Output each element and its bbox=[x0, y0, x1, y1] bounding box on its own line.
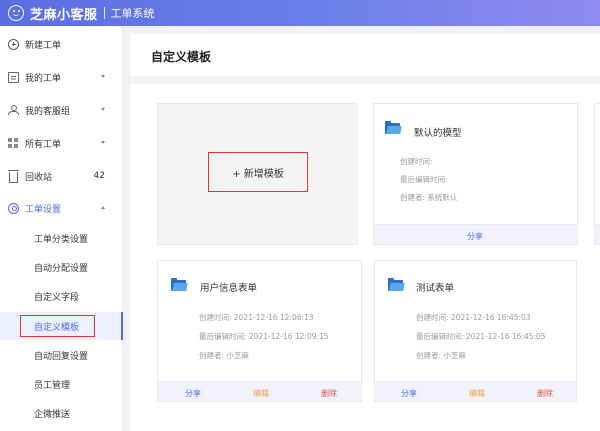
page-header: 自定义模板 bbox=[131, 34, 600, 76]
add-template-card: + 新增模板 bbox=[157, 103, 358, 245]
folder-icon bbox=[171, 278, 188, 291]
template-card-partial bbox=[594, 103, 600, 245]
sidebar-sub-staff-management[interactable]: 员工管理 bbox=[0, 370, 123, 398]
template-grid: + 新增模板 默认的模型 创建时间: 最后编辑时间: 创建者: 系统默认 分享 … bbox=[131, 84, 600, 431]
sidebar-sub-label: 自动分配设置 bbox=[34, 263, 89, 274]
modified-time: 最后编辑时间: 2021-12-16 16:45:05 bbox=[416, 332, 546, 341]
created-time: 创建时间: bbox=[400, 157, 433, 166]
sidebar-item-label: 工单设置 bbox=[25, 204, 62, 215]
page-title: 自定义模板 bbox=[151, 50, 212, 64]
folder-icon bbox=[388, 278, 405, 291]
sidebar-sub-wecom-push[interactable]: 企微推送 bbox=[0, 399, 123, 427]
sidebar-item-new-ticket[interactable]: 新建工单 bbox=[0, 30, 123, 58]
edit-button[interactable]: 编辑 bbox=[253, 388, 269, 399]
trash-icon bbox=[8, 169, 19, 183]
add-template-button[interactable]: + 新增模板 bbox=[208, 152, 308, 192]
modified-time: 最后编辑时间: bbox=[400, 175, 448, 184]
card-actions: 分享 编辑 删除 bbox=[158, 381, 361, 401]
grid-icon bbox=[8, 137, 19, 149]
sidebar-item-label: 所有工单 bbox=[25, 139, 62, 150]
template-card-test-form: 测试表单 创建时间: 2021-12-16 16:45:03 最后编辑时间: 2… bbox=[374, 260, 577, 402]
template-card-user-info: 用户信息表单 创建时间: 2021-12-16 12:06:13 最后编辑时间:… bbox=[157, 260, 362, 402]
creator: 创建者: 小芝麻 bbox=[416, 351, 466, 360]
sidebar-item-my-groups[interactable]: 我的客服组 bbox=[0, 96, 123, 124]
sidebar-sub-auto-reply[interactable]: 自动回复设置 bbox=[0, 341, 123, 369]
chevron-down-icon bbox=[101, 141, 105, 144]
created-time: 创建时间: 2021-12-16 12:06:13 bbox=[199, 313, 314, 322]
top-bar: 芝麻小客服 工单系统 bbox=[0, 0, 600, 26]
recycle-count-badge: 42 bbox=[93, 171, 105, 181]
chevron-up-icon bbox=[101, 206, 105, 209]
plus-circle-icon bbox=[8, 38, 19, 50]
template-card-default: 默认的模型 创建时间: 最后编辑时间: 创建者: 系统默认 分享 bbox=[373, 103, 578, 245]
template-title: 默认的模型 bbox=[414, 128, 462, 139]
delete-button[interactable]: 删除 bbox=[537, 388, 553, 399]
sidebar-item-label: 我的工单 bbox=[25, 73, 62, 84]
sidebar-item-label: 回收站 bbox=[25, 172, 53, 183]
chevron-down-icon bbox=[101, 75, 105, 78]
sidebar-sub-custom-fields[interactable]: 自定义字段 bbox=[0, 282, 123, 310]
highlight-box bbox=[20, 315, 95, 337]
creator: 创建者: 小芝麻 bbox=[199, 351, 249, 360]
brand-name: 芝麻小客服 bbox=[30, 7, 98, 23]
card-actions: 分享 bbox=[374, 224, 577, 244]
sidebar-item-label: 我的客服组 bbox=[25, 106, 71, 117]
creator: 创建者: 系统默认 bbox=[400, 193, 458, 202]
group-icon bbox=[8, 104, 19, 116]
share-button[interactable]: 分享 bbox=[401, 388, 417, 399]
template-title: 用户信息表单 bbox=[200, 283, 258, 294]
template-title: 测试表单 bbox=[416, 283, 455, 294]
chevron-down-icon bbox=[101, 108, 105, 111]
brand-divider bbox=[103, 7, 105, 19]
sidebar-item-my-tickets[interactable]: 我的工单 bbox=[0, 63, 123, 91]
edit-button[interactable]: 编辑 bbox=[469, 388, 485, 399]
sidebar-sub-label: 员工管理 bbox=[34, 380, 71, 391]
created-time: 创建时间: 2021-12-16 16:45:03 bbox=[416, 313, 531, 322]
document-icon bbox=[8, 71, 19, 83]
sidebar-sub-label: 自动回复设置 bbox=[34, 351, 89, 362]
folder-icon bbox=[385, 121, 402, 134]
app-subtitle: 工单系统 bbox=[110, 7, 155, 20]
gear-icon bbox=[8, 202, 19, 214]
sidebar-sub-category-settings[interactable]: 工单分类设置 bbox=[0, 224, 123, 252]
share-button[interactable]: 分享 bbox=[185, 388, 201, 399]
smiley-logo-icon bbox=[8, 5, 24, 21]
card-actions: 分享 编辑 删除 bbox=[375, 381, 576, 401]
sidebar-item-all-tickets[interactable]: 所有工单 bbox=[0, 129, 123, 157]
sidebar-item-label: 新建工单 bbox=[25, 40, 62, 51]
sidebar-item-recycle-bin[interactable]: 回收站 42 bbox=[0, 162, 123, 190]
sidebar-sub-label: 企微推送 bbox=[34, 409, 71, 420]
card-actions bbox=[595, 224, 600, 244]
sidebar-item-ticket-settings[interactable]: 工单设置 bbox=[0, 194, 123, 222]
sidebar: 新建工单 我的工单 我的客服组 所有工单 回收站 42 工单设置 工单分类设置 … bbox=[0, 26, 123, 431]
modified-time: 最后编辑时间: 2021-12-16 12:09:15 bbox=[199, 332, 329, 341]
share-button[interactable]: 分享 bbox=[467, 231, 483, 242]
sidebar-sub-label: 工单分类设置 bbox=[34, 234, 89, 245]
sidebar-sub-auto-assign[interactable]: 自动分配设置 bbox=[0, 253, 123, 281]
delete-button[interactable]: 删除 bbox=[321, 388, 337, 399]
sidebar-sub-label: 自定义字段 bbox=[34, 292, 80, 303]
